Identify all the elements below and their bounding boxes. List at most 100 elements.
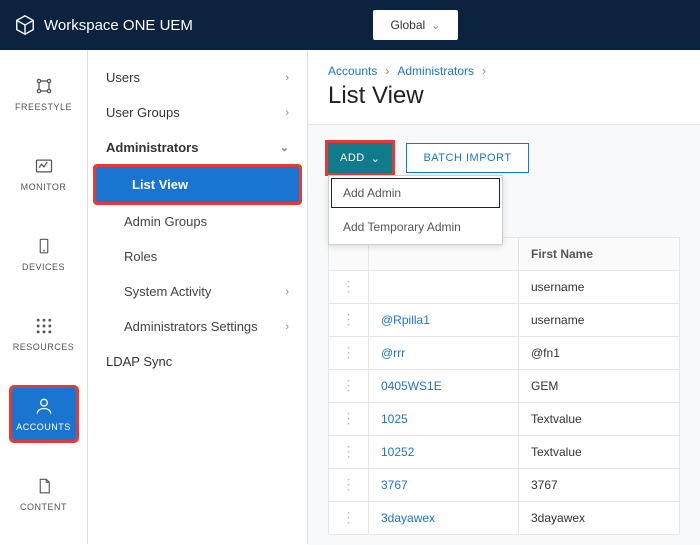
row-actions[interactable]: ⋮ xyxy=(329,304,369,337)
dropdown-add-admin[interactable]: Add Admin xyxy=(329,176,502,210)
org-selector[interactable]: Global ⌄ xyxy=(373,10,458,40)
breadcrumb-item[interactable]: Accounts xyxy=(328,64,377,78)
username-link[interactable]: 3767 xyxy=(381,478,408,492)
page-title: List View xyxy=(308,82,700,124)
toolbar: ADD ⌄ BATCH IMPORT xyxy=(328,143,680,173)
top-bar: Workspace ONE UEM Global ⌄ xyxy=(0,0,700,50)
nav-admin-groups[interactable]: Admin Groups xyxy=(88,204,307,239)
rail-label: FREESTYLE xyxy=(15,102,72,112)
table-row: ⋮ @Rpilla1 username xyxy=(329,304,680,337)
chevron-down-icon: ⌄ xyxy=(431,19,440,32)
kebab-icon: ⋮ xyxy=(342,350,356,354)
chevron-down-icon: ⌄ xyxy=(280,141,289,154)
username-link[interactable]: 0405WS1E xyxy=(381,379,442,393)
side-nav: Users › User Groups › Administrators ⌄ L… xyxy=(88,50,308,544)
nav-ldap-sync[interactable]: LDAP Sync xyxy=(88,344,307,379)
username-link[interactable]: 10252 xyxy=(381,445,414,459)
product-name: Workspace ONE UEM xyxy=(44,17,193,34)
rail-freestyle[interactable]: FREESTYLE xyxy=(12,68,76,120)
row-actions[interactable]: ⋮ xyxy=(329,370,369,403)
col-first-name[interactable]: First Name xyxy=(519,238,680,271)
chevron-right-icon: › xyxy=(285,321,289,333)
content-area: Accounts › Administrators › List View AD… xyxy=(308,50,700,544)
org-selector-label: Global xyxy=(390,18,425,32)
table-row: ⋮ @rrr @fn1 xyxy=(329,337,680,370)
username-link[interactable]: 1025 xyxy=(381,412,408,426)
accounts-icon xyxy=(34,396,54,416)
table-row: ⋮username xyxy=(329,271,680,304)
username-link[interactable]: @Rpilla1 xyxy=(381,313,430,327)
row-actions[interactable]: ⋮ xyxy=(329,436,369,469)
nav-label: User Groups xyxy=(106,105,180,120)
freestyle-icon xyxy=(34,76,54,96)
add-button[interactable]: ADD ⌄ xyxy=(328,143,392,173)
resources-icon xyxy=(34,316,54,336)
nav-administrators[interactable]: Administrators ⌄ xyxy=(88,130,307,165)
rail-resources[interactable]: RESOURCES xyxy=(12,308,76,360)
first-name-cell: @fn1 xyxy=(519,337,680,370)
add-dropdown: Add Admin Add Temporary Admin xyxy=(328,175,503,245)
table-row: ⋮10252Textvalue xyxy=(329,436,680,469)
first-name-cell: Textvalue xyxy=(519,403,680,436)
nav-users[interactable]: Users › xyxy=(88,60,307,95)
breadcrumb: Accounts › Administrators › xyxy=(308,50,700,82)
nav-system-activity[interactable]: System Activity › xyxy=(88,274,307,309)
row-actions[interactable]: ⋮ xyxy=(329,403,369,436)
monitor-icon xyxy=(34,156,54,176)
first-name-cell: GEM xyxy=(519,370,680,403)
kebab-icon: ⋮ xyxy=(342,449,356,453)
nav-label: System Activity xyxy=(124,284,211,299)
toolbar-region: ADD ⌄ BATCH IMPORT Add Admin Add Tempora… xyxy=(308,124,700,545)
nav-label: Roles xyxy=(124,249,157,264)
table-row: ⋮ 3dayawex 3dayawex xyxy=(329,502,680,535)
breadcrumb-sep: › xyxy=(385,64,389,78)
chevron-right-icon: › xyxy=(285,107,289,119)
table-row: ⋮ 1025 Textvalue xyxy=(329,403,680,436)
breadcrumb-item[interactable]: Administrators xyxy=(397,64,474,78)
row-actions[interactable]: ⋮ xyxy=(329,271,369,304)
nav-admin-settings[interactable]: Administrators Settings › xyxy=(88,309,307,344)
content-icon xyxy=(35,476,53,496)
nav-label: LDAP Sync xyxy=(106,354,172,369)
chevron-right-icon: › xyxy=(285,286,289,298)
chevron-down-icon: ⌄ xyxy=(371,152,381,165)
first-name-cell: 3dayawex xyxy=(519,502,680,535)
username-link[interactable]: 3dayawex xyxy=(381,511,435,525)
first-name-cell: 3767 xyxy=(519,469,680,502)
devices-icon xyxy=(35,236,53,256)
batch-import-button[interactable]: BATCH IMPORT xyxy=(406,143,528,173)
kebab-icon: ⋮ xyxy=(342,416,356,420)
product-logo: Workspace ONE UEM xyxy=(14,14,193,36)
row-actions[interactable]: ⋮ xyxy=(329,502,369,535)
row-actions[interactable]: ⋮ xyxy=(329,337,369,370)
kebab-icon: ⋮ xyxy=(342,515,356,519)
cube-icon xyxy=(14,14,36,36)
rail-label: RESOURCES xyxy=(13,342,75,352)
rail-monitor[interactable]: MONITOR xyxy=(12,148,76,200)
nav-label: List View xyxy=(132,177,188,192)
rail-content[interactable]: CONTENT xyxy=(12,468,76,520)
nav-label: Administrators Settings xyxy=(124,319,258,334)
kebab-icon: ⋮ xyxy=(342,482,356,486)
table-row: ⋮ 3767 3767 xyxy=(329,469,680,502)
kebab-icon: ⋮ xyxy=(342,284,356,288)
button-label: ADD xyxy=(340,152,365,164)
nav-list-view[interactable]: List View xyxy=(96,167,299,202)
nav-user-groups[interactable]: User Groups › xyxy=(88,95,307,130)
rail-label: DEVICES xyxy=(22,262,65,272)
first-name-cell: username xyxy=(519,304,680,337)
breadcrumb-sep: › xyxy=(482,64,486,78)
rail-accounts[interactable]: ACCOUNTS xyxy=(12,388,76,440)
table-row: ⋮ 0405WS1E GEM xyxy=(329,370,680,403)
kebab-icon: ⋮ xyxy=(342,317,356,321)
row-actions[interactable]: ⋮ xyxy=(329,469,369,502)
rail-label: ACCOUNTS xyxy=(16,422,71,432)
nav-label: Administrators xyxy=(106,140,198,155)
nav-label: Admin Groups xyxy=(124,214,207,229)
username-link[interactable]: @rrr xyxy=(381,346,405,360)
kebab-icon: ⋮ xyxy=(342,383,356,387)
rail-devices[interactable]: DEVICES xyxy=(12,228,76,280)
nav-roles[interactable]: Roles xyxy=(88,239,307,274)
rail-label: MONITOR xyxy=(21,182,67,192)
dropdown-add-temp-admin[interactable]: Add Temporary Admin xyxy=(329,210,502,244)
